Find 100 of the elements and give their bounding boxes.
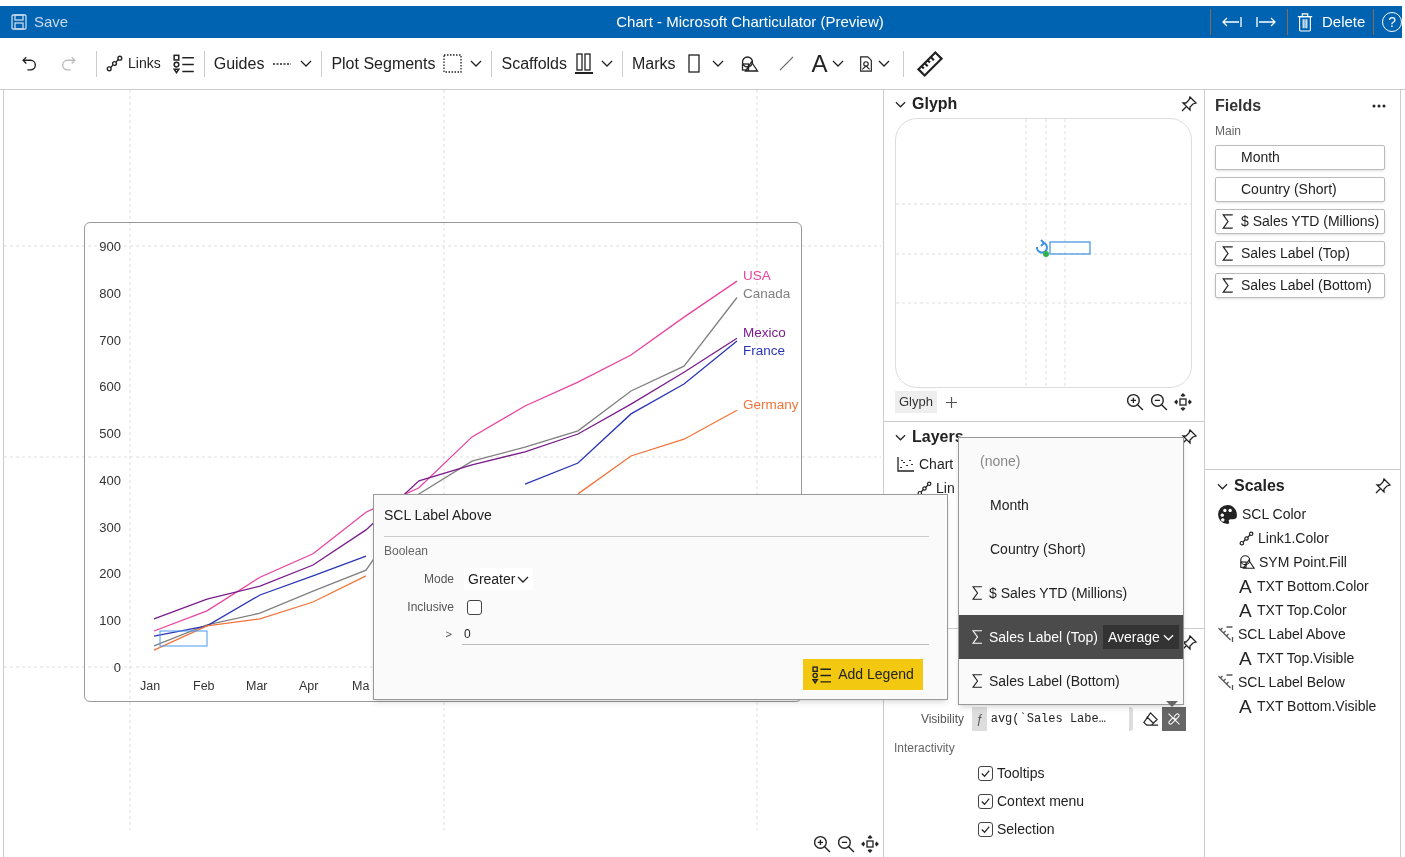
chevron-down-icon[interactable] [895, 100, 906, 108]
menu-pointer [1166, 701, 1178, 707]
menu-item[interactable]: Sales Label (Top) Average [959, 615, 1183, 659]
field-button[interactable]: Sales Label (Top) [1215, 241, 1385, 266]
trash-icon [1295, 11, 1314, 33]
checkbox[interactable] [978, 765, 993, 781]
scaffolds-button[interactable]: Scaffolds [501, 51, 613, 76]
series-label: Canada [743, 286, 791, 302]
eraser-icon [1142, 710, 1159, 728]
line-button[interactable] [778, 56, 794, 71]
glyph-tab[interactable]: Glyph [895, 391, 937, 413]
checkbox[interactable] [978, 821, 993, 837]
sigma-icon [971, 585, 984, 601]
axis-tick-label: Jan [140, 679, 161, 693]
fit-icon[interactable] [1174, 393, 1192, 411]
caret-icon [831, 60, 844, 67]
symbol-button[interactable] [739, 54, 759, 73]
caret-icon [711, 60, 724, 67]
zoom-in-icon[interactable] [813, 835, 831, 853]
text-button[interactable]: A [811, 51, 844, 76]
legend-icon [172, 53, 195, 74]
shapes-icon [1239, 554, 1255, 570]
bars-icon [575, 53, 593, 74]
scale-item[interactable]: TXT Top.Color [1257, 599, 1347, 621]
zoom-in-icon[interactable] [1126, 393, 1144, 411]
menu-item[interactable]: $ Sales YTD (Millions) [959, 571, 1183, 615]
panel-title: Glyph [912, 94, 958, 114]
clear-button[interactable] [1142, 710, 1159, 728]
field-label: Mode [422, 571, 454, 588]
save-button[interactable]: Save [10, 10, 69, 34]
chevron-down-icon[interactable] [895, 433, 906, 441]
axis-tick-label: 0 [113, 660, 121, 675]
more-button[interactable] [1372, 104, 1386, 108]
menu-item[interactable]: (none) [959, 439, 1183, 483]
legend-button[interactable] [172, 53, 195, 74]
anchor-dot[interactable] [1043, 251, 1049, 257]
pin-icon[interactable] [1374, 477, 1392, 495]
axis-tick-label: 400 [99, 472, 121, 488]
field-button[interactable]: Country (Short) [1215, 177, 1385, 202]
menu-item[interactable]: Month [959, 483, 1183, 527]
field-button[interactable]: Sales Label (Bottom) [1215, 273, 1385, 298]
operator-label: > [444, 626, 452, 642]
guides-button[interactable]: Guides [213, 51, 313, 76]
window-title: Chart - Microsoft Charticulator (Preview) [615, 11, 885, 32]
dotted-rectangle-icon [443, 54, 463, 73]
field-button[interactable]: $ Sales YTD (Millions) [1215, 209, 1385, 234]
aggregation-select[interactable]: Average [1102, 625, 1179, 649]
group-label: Main [1215, 123, 1241, 140]
field-button[interactable]: Month [1215, 145, 1385, 170]
plus-icon[interactable] [944, 395, 958, 409]
field-label: Inclusive [406, 599, 454, 616]
series-label: Mexico [743, 325, 786, 341]
mode-select[interactable]: Greater [464, 568, 534, 590]
fit-icon[interactable] [861, 835, 879, 853]
zoom-out-icon[interactable] [837, 835, 855, 853]
scale-item[interactable]: TXT Top.Visible [1257, 647, 1355, 669]
link-icon [106, 55, 123, 72]
checkbox-label: Context menu [997, 791, 1085, 811]
zoom-out-icon[interactable] [1150, 393, 1168, 411]
caret-icon [470, 60, 483, 67]
unlink-icon [1167, 712, 1181, 726]
scale-item[interactable]: TXT Bottom.Visible [1257, 695, 1377, 717]
image-button[interactable] [857, 54, 890, 73]
delete-button[interactable]: Delete [1295, 10, 1366, 34]
checkbox[interactable] [467, 599, 482, 615]
legend-icon [812, 665, 833, 684]
scale-item[interactable]: TXT Bottom.Color [1257, 575, 1369, 597]
text-icon: A [1239, 600, 1253, 620]
expression-field[interactable]: ƒ avg(`Sales Labe… [972, 707, 1133, 731]
pin-icon[interactable] [1180, 428, 1198, 446]
undo-icon [21, 55, 38, 72]
image-icon [857, 54, 874, 73]
caret-icon [517, 575, 530, 583]
text-icon: A [1239, 696, 1253, 716]
layer-item[interactable]: Chart [919, 453, 954, 475]
ruler-button[interactable] [916, 50, 943, 77]
scale-item[interactable]: SYM Point.Fill [1259, 551, 1347, 573]
panel-title: Scales [1234, 476, 1285, 496]
rotate-icon[interactable] [1035, 239, 1048, 254]
threshold-field[interactable]: 0 [462, 623, 929, 645]
line-icon [778, 56, 794, 71]
checkbox[interactable] [978, 793, 993, 809]
checkbox-label: Selection [997, 819, 1055, 839]
scale-item[interactable]: Link1.Color [1258, 527, 1329, 549]
menu-item[interactable]: Country (Short) [959, 527, 1183, 571]
pin-icon[interactable] [1180, 95, 1198, 113]
scale-item[interactable]: SCL Label Above [1238, 623, 1346, 645]
series-label: France [743, 343, 786, 359]
scale-item[interactable]: SCL Label Below [1238, 671, 1345, 693]
palette-icon [1217, 503, 1238, 525]
scale-item[interactable]: SCL Color [1242, 503, 1307, 525]
add-legend-button[interactable]: Add Legend [803, 659, 923, 690]
plot-segments-button[interactable]: Plot Segments [331, 51, 483, 76]
marks-button[interactable]: Marks [632, 51, 724, 76]
links-button[interactable]: Links [106, 53, 161, 74]
menu-item[interactable]: Sales Label (Bottom) [959, 659, 1183, 703]
axis-tick-label: 100 [99, 613, 121, 629]
axis-tick-label: 900 [99, 239, 121, 254]
chevron-down-icon[interactable] [1217, 482, 1228, 490]
section-label: Interactivity [894, 740, 955, 757]
